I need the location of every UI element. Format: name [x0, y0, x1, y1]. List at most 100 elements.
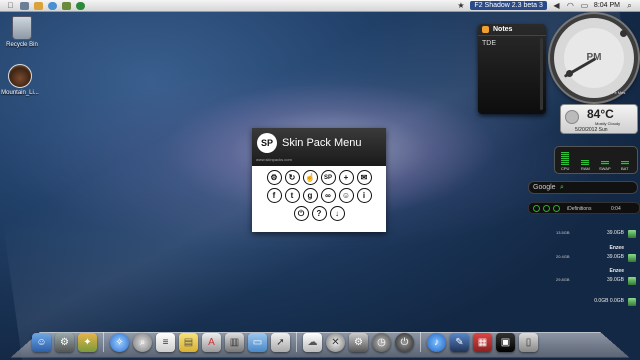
hand-button[interactable]: ☝: [302, 170, 318, 185]
recycle-bin[interactable]: Recycle Bin: [0, 16, 44, 48]
calendar-icon[interactable]: ▦: [473, 333, 492, 352]
drive-icon: [628, 298, 636, 306]
download-button[interactable]: ↓: [329, 206, 345, 221]
track-time: 0:04: [611, 206, 621, 212]
app-store-icon[interactable]: A: [202, 333, 221, 352]
settings-button[interactable]: ⚙: [266, 170, 282, 185]
drive-3: 39.0GB: [586, 277, 636, 285]
drive-icon: [628, 254, 636, 262]
drive-2-size: 39.0GB: [607, 254, 624, 260]
drive-3-name: Enzee: [586, 268, 624, 274]
itunes-icon[interactable]: ♪: [427, 333, 446, 352]
weather-temperature: 84°C: [587, 107, 614, 121]
sync-icon[interactable]: [76, 1, 85, 10]
swap-label: SWAP: [599, 166, 611, 171]
twitter-button[interactable]: t: [284, 188, 300, 203]
share-icon[interactable]: ➚: [271, 333, 290, 352]
settings-icon[interactable]: ⚙: [349, 333, 368, 352]
system-prefs-icon[interactable]: ⚙: [55, 333, 74, 352]
facebook-button[interactable]: f: [266, 188, 282, 203]
power-icon[interactable]: ⏻: [395, 333, 414, 352]
notepad-icon[interactable]: ≡: [156, 333, 175, 352]
track-title: iDefinitions: [567, 206, 592, 212]
system-meters: CPU RAM SWAP BAT: [554, 146, 638, 174]
trash-icon: [12, 16, 32, 40]
spotlight-icon[interactable]: ⌕: [133, 333, 152, 352]
time-machine-icon[interactable]: ◷: [372, 333, 391, 352]
notes-title: Notes: [493, 26, 513, 33]
appstore2-icon[interactable]: ✎: [450, 333, 469, 352]
sp-button[interactable]: SP: [320, 170, 336, 185]
active-app-title[interactable]: F2 Shadow 2.3 beta 3: [470, 1, 547, 10]
swap-meter: [601, 161, 609, 165]
drive-2-used: 20.4GB: [556, 254, 570, 259]
trash-icon[interactable]: ▯: [519, 333, 538, 352]
google-label: Google: [533, 184, 556, 191]
clock-time[interactable]: 8:04 PM: [594, 2, 620, 9]
drive-2-label: Enzee: [609, 245, 624, 251]
google-button[interactable]: g: [302, 188, 318, 203]
vector-icon[interactable]: [62, 1, 71, 10]
refresh-button[interactable]: ↻: [284, 170, 300, 185]
dock-separator: [420, 332, 421, 352]
power-button[interactable]: ⏻: [293, 206, 309, 221]
drive-4: 0.0GB 0.0GB: [586, 298, 636, 306]
search-icon[interactable]: ⌕: [625, 1, 634, 10]
wifi-icon[interactable]: ◠: [566, 1, 575, 10]
drive-3-size: 39.0GB: [607, 277, 624, 283]
help-button[interactable]: ?: [311, 206, 327, 221]
drive-2-name: Enzee: [586, 245, 624, 251]
ram-meter: [581, 160, 589, 165]
notes-scrollbar[interactable]: [540, 38, 543, 110]
battery-icon[interactable]: ▭: [580, 1, 589, 10]
skin-pack-title: Skin Pack Menu: [282, 137, 362, 149]
cloud-icon[interactable]: ☁: [303, 333, 322, 352]
drive-icon: [628, 277, 636, 285]
chrome-icon[interactable]: [48, 1, 57, 10]
clock-knob-icon: [620, 30, 627, 37]
mountain-lion-file[interactable]: Mountain_Li...: [0, 64, 42, 96]
sp-logo: SP: [257, 133, 277, 153]
skin-pack-menu: SP Skin Pack Menu www.skinpacks.com ⚙ ↻ …: [252, 128, 386, 232]
drive-1-used: 13.5GB: [556, 230, 570, 235]
folder-icon[interactable]: [34, 1, 43, 10]
finder-icon[interactable]: ☺: [32, 333, 51, 352]
printer-icon[interactable]: ▥: [225, 333, 244, 352]
mountain-file-label: Mountain_Li...: [1, 90, 39, 96]
drive-icon: [628, 230, 636, 238]
link-button[interactable]: ∞: [320, 188, 336, 203]
tools-icon[interactable]: ✦: [78, 333, 97, 352]
clock-caption: Fe Mes: [612, 90, 626, 95]
dock: ☺ ⚙ ✦ ✧ ⌕ ≡ ▤ A ▥ ▭ ➚ ☁ ✕ ⚙ ◷ ⏻ ♪ ✎ ▦ ▣ …: [32, 326, 612, 352]
smiley-button[interactable]: ☺: [338, 188, 354, 203]
media-player: iDefinitions 0:04: [528, 202, 640, 214]
info-button[interactable]: i: [356, 188, 372, 203]
drive-1: 39.0GB: [586, 230, 636, 238]
safari-icon[interactable]: ✧: [110, 333, 129, 352]
notes-widget: Notes TDE: [478, 24, 546, 114]
notes-titlebar[interactable]: Notes: [478, 24, 546, 36]
folder-icon[interactable]: ▭: [248, 333, 267, 352]
google-search[interactable]: Google ⌕: [528, 181, 638, 194]
next-icon[interactable]: [553, 205, 560, 212]
prev-icon[interactable]: [533, 205, 540, 212]
drive-3-used: 29.8GB: [556, 277, 570, 282]
notes-icon: [482, 26, 489, 33]
add-button[interactable]: +: [338, 170, 354, 185]
play-icon[interactable]: [543, 205, 550, 212]
window-icon[interactable]: [20, 1, 29, 10]
star-icon[interactable]: ★: [456, 1, 465, 10]
skin-pack-header: SP Skin Pack Menu www.skinpacks.com: [252, 128, 386, 166]
search-icon[interactable]: ⌕: [560, 184, 564, 192]
recycle-bin-label: Recycle Bin: [6, 42, 38, 48]
photo-booth-icon[interactable]: ▣: [496, 333, 515, 352]
wrench-icon[interactable]: ✕: [326, 333, 345, 352]
apple-icon[interactable]: : [6, 1, 15, 10]
drive-4-size: 0.0GB 0.0GB: [594, 298, 624, 304]
notes-content[interactable]: TDE: [478, 36, 546, 51]
mail-button[interactable]: ✉: [356, 170, 372, 185]
volume-icon[interactable]: ◀: [552, 1, 561, 10]
clock-knob-icon: [566, 70, 573, 77]
stickies-icon[interactable]: ▤: [179, 333, 198, 352]
weather-date: 5/20/2012 Sun: [575, 127, 608, 133]
